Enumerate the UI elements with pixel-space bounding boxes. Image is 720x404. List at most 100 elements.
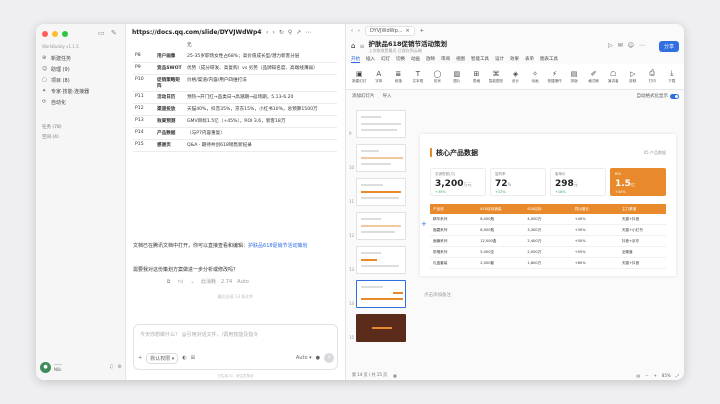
open-external-icon[interactable]: ↗ xyxy=(296,29,301,36)
menu-item[interactable]: 表单 xyxy=(525,56,534,62)
doc-title[interactable]: 护肤品618促销节活动策划 xyxy=(368,38,447,48)
fullscreen-icon[interactable]: ⤢ xyxy=(676,373,679,378)
copy-icon[interactable]: ⧉ xyxy=(165,279,172,285)
link-icon[interactable]: ⚲ xyxy=(288,29,292,36)
model-badge-icon[interactable]: ◐ xyxy=(182,355,186,361)
user-profile[interactable]: ● —— Nlik ♫ ⚙ xyxy=(40,360,122,374)
kpi-card-highlight[interactable]: ROI 1.5亿 +45% xyxy=(610,168,666,196)
grid-view-icon[interactable]: ▦ xyxy=(393,373,397,378)
slide-thumbnail[interactable]: 11 xyxy=(349,178,406,206)
tab-close-icon[interactable]: × xyxy=(406,28,410,34)
slide-thumbnail[interactable]: 9 xyxy=(349,110,406,138)
permission-selector[interactable]: 默认权限 ▾ xyxy=(146,352,179,364)
ribbon-button[interactable]: ✧ 动画 xyxy=(527,70,544,84)
add-element-icon[interactable]: + xyxy=(421,220,427,228)
kpi-card[interactable]: 复购率 72% +12% xyxy=(490,168,546,196)
menu-item[interactable]: 审阅 xyxy=(441,56,450,62)
ribbon-button[interactable]: ⤓ 下载 xyxy=(664,69,681,84)
more-icon[interactable]: ⋯ xyxy=(305,29,311,36)
slide-title[interactable]: 核心产品数据 xyxy=(436,148,478,158)
ribbon-button[interactable]: T 文本框 xyxy=(410,70,427,84)
kpi-card[interactable]: 客单价 298元 +18% xyxy=(550,168,606,196)
menu-item[interactable]: 智能工具 xyxy=(471,56,489,62)
more-icon[interactable]: ⋯ xyxy=(639,42,645,49)
refresh-icon[interactable]: ↻ xyxy=(279,29,284,36)
skills-icon[interactable]: ⊞ xyxy=(191,355,195,361)
notes-icon[interactable]: ▤ xyxy=(636,373,640,378)
document-link[interactable]: 护肤品618促销节活动策划 xyxy=(248,243,308,249)
comment-icon[interactable]: ✉ xyxy=(618,42,623,49)
notification-icon[interactable]: ♫ xyxy=(109,364,113,370)
menu-item[interactable]: 开始 xyxy=(351,56,360,63)
sidebar-item-assistant[interactable]: ☺ 助理 (9) xyxy=(42,65,70,73)
thumb-down-icon[interactable]: ⌄ xyxy=(189,279,196,285)
sidebar-item-automation[interactable]: ⟳ 自动化 xyxy=(42,98,66,106)
ribbon-button[interactable]: ☖ 演讲者 xyxy=(605,70,622,84)
menu-item[interactable]: 图表工具 xyxy=(540,56,558,62)
ribbon-button[interactable]: ▷ 放映 xyxy=(624,70,641,84)
close-window-button[interactable] xyxy=(42,31,48,37)
smart-format-toggle[interactable]: 自动格式化显示 xyxy=(637,93,679,99)
slide-thumbnail[interactable]: 12 xyxy=(349,212,406,240)
import-button[interactable]: 导入 xyxy=(383,93,392,99)
slide-thumbnail[interactable]: 10 xyxy=(349,144,406,172)
mode-selector[interactable]: Auto ▾ xyxy=(296,355,312,361)
tasks-section-label[interactable]: 任务 (78) xyxy=(42,124,62,130)
maximize-window-button[interactable] xyxy=(62,31,68,37)
speaker-notes[interactable]: 点击添加备注 xyxy=(420,288,676,308)
menu-item[interactable]: 设计 xyxy=(495,56,504,62)
chat-input-placeholder[interactable]: 今天你想做什么？ @引用对话文件，/调用技能及指令 xyxy=(140,331,258,338)
ribbon-button[interactable]: ✐ 格式刷 xyxy=(585,70,602,84)
workspace-section-label[interactable]: 空间 (4) xyxy=(42,134,59,140)
menu-item[interactable]: 视图 xyxy=(456,56,465,62)
ribbon-button[interactable]: ⌘ 智能图形 xyxy=(488,70,505,84)
ribbon-button[interactable]: ⊞ 表格 xyxy=(468,70,485,84)
chat-input-box[interactable]: 今天你想做什么？ @引用对话文件，/调用技能及指令 + 默认权限 ▾ ◐ ⊞ A… xyxy=(133,324,338,370)
slide-thumbnail[interactable]: 15 xyxy=(349,314,406,342)
avatar[interactable]: ● xyxy=(40,361,51,373)
add-slide-button[interactable]: 添加幻灯片 xyxy=(352,93,375,99)
new-tab-icon[interactable]: + xyxy=(420,28,424,34)
document-url[interactable]: https://docs.qq.com/slide/DYVJWdWp4WHRqW… xyxy=(132,29,262,36)
attach-icon[interactable]: + xyxy=(138,355,142,361)
ribbon-button[interactable]: ▨ 图片 xyxy=(449,70,466,84)
mic-icon[interactable]: ● xyxy=(316,355,320,361)
sidebar-item-new-task[interactable]: ⊕ 新建任务 xyxy=(42,54,71,62)
menu-icon[interactable]: ≡ xyxy=(359,43,364,50)
doc-forward-icon[interactable]: › xyxy=(358,28,360,34)
ribbon-button[interactable]: ⎙ 打印 xyxy=(644,69,661,84)
ribbon-button[interactable]: ▣ 新建幻灯 xyxy=(351,70,368,84)
sidebar-item-expert[interactable]: ✦ 专家·技能·连接器 xyxy=(42,87,89,95)
new-chat-icon[interactable]: ✎ xyxy=(111,29,117,37)
back-icon[interactable]: ‹ xyxy=(266,29,268,36)
menu-item[interactable]: 效果 xyxy=(510,56,519,62)
slide-thumbnail-selected[interactable]: 14 xyxy=(349,280,406,308)
ribbon-button[interactable]: ≣ 段落 xyxy=(390,70,407,84)
ribbon-button[interactable]: ◈ 设计 xyxy=(507,70,524,84)
tab-document[interactable]: DYVJWdWp... × xyxy=(365,26,415,36)
menu-item[interactable]: 放映 xyxy=(426,56,435,62)
home-icon[interactable]: ⌂ xyxy=(351,42,355,50)
zoom-out-icon[interactable]: − xyxy=(645,373,648,378)
present-icon[interactable]: ▷ xyxy=(608,42,613,49)
slide-thumbnail[interactable]: 13 xyxy=(349,246,406,274)
ribbon-button[interactable]: ▤ 排版 xyxy=(566,70,583,84)
ribbon-button[interactable]: ◯ 形状 xyxy=(429,70,446,84)
forward-icon[interactable]: › xyxy=(272,29,274,36)
minimize-window-button[interactable] xyxy=(52,31,58,37)
toggle-switch[interactable] xyxy=(670,93,679,99)
menu-item[interactable]: 切换 xyxy=(396,56,405,62)
menu-item[interactable]: 动画 xyxy=(411,56,420,62)
share-button[interactable]: 分享 xyxy=(658,41,679,52)
collaborator-icon[interactable]: ☺ xyxy=(628,42,634,49)
thumb-up-icon[interactable]: 👍︎ xyxy=(177,279,184,285)
zoom-level[interactable]: 85% xyxy=(662,373,671,378)
settings-icon[interactable]: ⚙ xyxy=(118,364,122,370)
ribbon-button[interactable]: ⚡ 快捷操作 xyxy=(546,70,563,84)
menu-item[interactable]: 幻灯 xyxy=(381,56,390,62)
collapse-sidebar-icon[interactable]: ▭ xyxy=(98,29,105,37)
kpi-card[interactable]: 总销售额(万) 3,200万元 +35% xyxy=(430,168,486,196)
ribbon-button[interactable]: A 字体 xyxy=(371,70,388,84)
menu-item[interactable]: 插入 xyxy=(366,56,375,62)
slide-canvas[interactable]: 核心产品数据 05 产品数据 总销售额(万) 3,200万元 +35% 复购率 … xyxy=(420,134,676,276)
